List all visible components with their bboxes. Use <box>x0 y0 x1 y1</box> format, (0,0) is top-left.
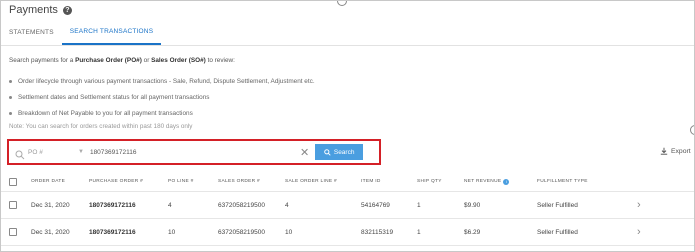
table-row[interactable]: Dec 31, 2020 1807369172116 4 63720582195… <box>1 192 694 219</box>
column-header[interactable]: ORDER DATE <box>31 172 65 191</box>
search-input[interactable] <box>89 148 300 156</box>
po-line: 10 <box>168 228 176 236</box>
chevron-right-icon[interactable]: › <box>637 219 641 245</box>
list-item-text: Order lifecycle through various payment … <box>18 77 315 85</box>
fulfillment-type: Seller Fulfilled <box>537 228 578 236</box>
order-date: Dec 31, 2020 <box>31 228 70 236</box>
chevron-down-icon[interactable]: ▼ <box>78 149 84 155</box>
item-id: 54164769 <box>361 201 390 209</box>
sales-order: 6372058219500 <box>218 228 265 236</box>
column-header[interactable]: NET REVENUE i <box>464 172 510 191</box>
search-instructions: Search payments for a Purchase Order (PO… <box>9 57 235 64</box>
download-icon <box>660 147 668 155</box>
sale-order-line: 4 <box>285 201 289 209</box>
instructions-po: Purchase Order (PO#) <box>75 57 142 64</box>
table-header-row: ORDER DATE PURCHASE ORDER # PO LINE # SA… <box>1 172 694 192</box>
list-item: Order lifecycle through various payment … <box>9 73 315 89</box>
close-icon[interactable]: ✕ <box>300 146 309 159</box>
instructions-suffix: to review: <box>205 57 235 64</box>
bullet-icon <box>9 95 12 99</box>
page-title: Payments <box>9 4 58 16</box>
column-header[interactable]: PURCHASE ORDER # <box>89 172 143 191</box>
table-row[interactable]: Dec 31, 2020 1807369172116 10 6372058219… <box>1 219 694 246</box>
feature-list: Order lifecycle through various payment … <box>9 73 315 121</box>
column-header[interactable]: FULFILLMENT TYPE <box>537 172 588 191</box>
search-type-select[interactable]: PO # <box>28 149 78 156</box>
sale-order-line: 10 <box>285 228 293 236</box>
net-revenue: $9.90 <box>464 201 481 209</box>
purchase-order: 1807369172116 <box>89 228 136 236</box>
column-header[interactable]: ITEM ID <box>361 172 381 191</box>
bullet-icon <box>9 111 12 115</box>
po-line: 4 <box>168 201 172 209</box>
tab-search-transactions[interactable]: SEARCH TRANSACTIONS <box>61 19 162 45</box>
help-icon[interactable]: ? <box>62 5 72 15</box>
tab-statements[interactable]: STATEMENTS <box>1 19 62 45</box>
net-revenue: $6.29 <box>464 228 481 236</box>
sales-order: 6372058219500 <box>218 201 265 209</box>
list-item-text: Breakdown of Net Payable to you for all … <box>18 109 193 117</box>
order-date: Dec 31, 2020 <box>31 201 70 209</box>
fulfillment-type: Seller Fulfilled <box>537 201 578 209</box>
instructions-so: Sales Order (SO#) <box>151 57 206 64</box>
column-header[interactable]: PO LINE # <box>168 172 194 191</box>
tab-bar: STATEMENTS SEARCH TRANSACTIONS <box>1 19 694 46</box>
page-header: Payments ? <box>1 1 694 19</box>
export-button[interactable]: Export <box>660 147 691 155</box>
ship-qty: 1 <box>417 201 421 209</box>
info-icon[interactable]: i <box>503 178 510 185</box>
item-id: 832115319 <box>361 228 394 236</box>
search-button[interactable]: Search <box>315 144 364 160</box>
select-all-checkbox[interactable] <box>9 177 17 186</box>
column-header[interactable]: SALE ORDER LINE # <box>285 172 337 191</box>
ship-qty: 1 <box>417 228 421 236</box>
note-text: Note: You can search for orders created … <box>9 123 193 130</box>
list-item: Breakdown of Net Payable to you for all … <box>9 105 315 121</box>
list-item: Settlement dates and Settlement status f… <box>9 89 315 105</box>
search-icon <box>324 148 331 156</box>
payments-panel: Payments ? STATEMENTS SEARCH TRANSACTION… <box>0 0 695 252</box>
column-header[interactable]: SALES ORDER # <box>218 172 260 191</box>
export-label: Export <box>671 147 691 155</box>
instructions-prefix: Search payments for a <box>9 57 76 64</box>
column-header-label: NET REVENUE <box>464 179 502 184</box>
search-bar: PO # ▼ ✕ Search <box>7 139 381 165</box>
transactions-table: ORDER DATE PURCHASE ORDER # PO LINE # SA… <box>1 172 694 246</box>
row-checkbox[interactable] <box>9 201 17 209</box>
chevron-right-icon[interactable]: › <box>637 192 641 218</box>
search-button-label: Search <box>333 148 355 156</box>
column-header[interactable]: SHIP QTY <box>417 172 442 191</box>
list-item-text: Settlement dates and Settlement status f… <box>18 93 210 101</box>
row-checkbox[interactable] <box>9 228 17 236</box>
bullet-icon <box>9 79 12 83</box>
purchase-order: 1807369172116 <box>89 201 136 209</box>
instructions-or: or <box>141 57 152 64</box>
search-icon <box>15 147 25 160</box>
scroll-handle[interactable] <box>690 125 694 135</box>
